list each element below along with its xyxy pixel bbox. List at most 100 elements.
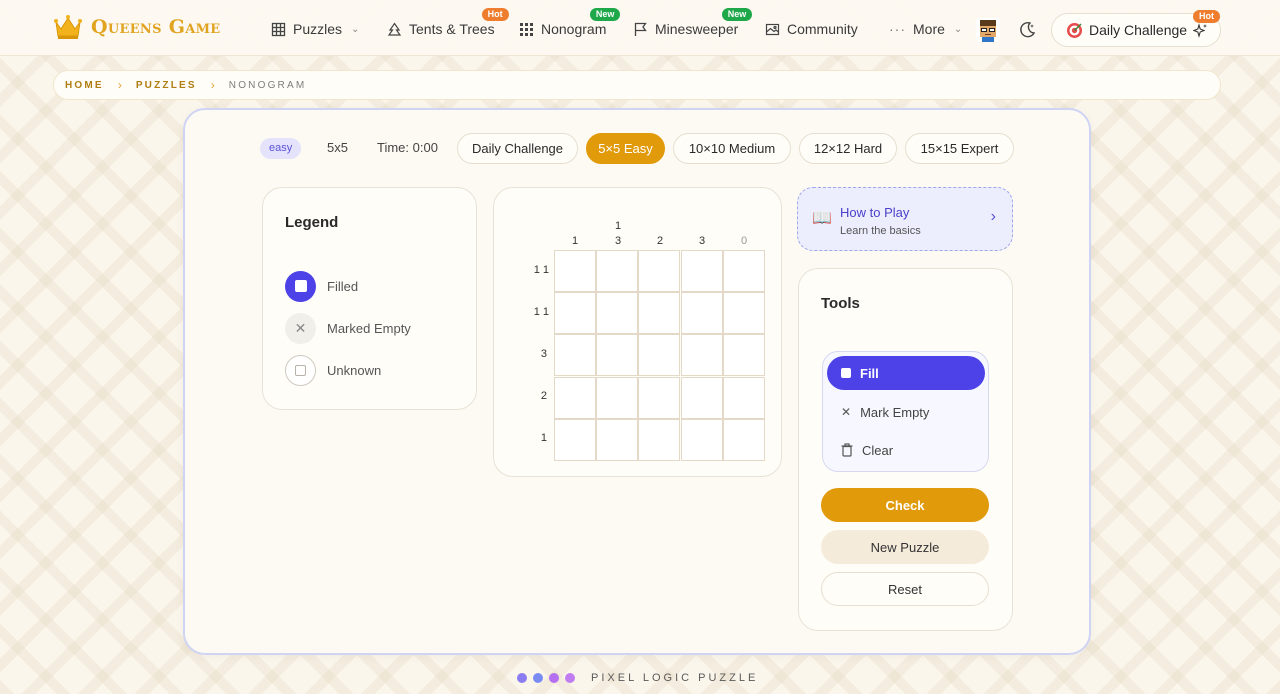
how-to-play-title: How to Play: [840, 205, 910, 220]
grid-cell[interactable]: [722, 250, 765, 292]
tool-fill-button[interactable]: Fill: [827, 356, 985, 390]
hot-badge: Hot: [481, 8, 509, 21]
chevron-right-icon: ›: [990, 208, 996, 225]
how-to-play-subtitle: Learn the basics: [840, 225, 921, 237]
nav-minesweeper[interactable]: Minesweeper New: [633, 8, 753, 40]
x-icon: ✕: [285, 312, 316, 344]
column-clue: 1: [614, 220, 622, 232]
check-button[interactable]: Check: [821, 488, 989, 522]
footer-dot: [549, 673, 559, 683]
column-clue: 3: [614, 235, 622, 247]
tool-label: Fill: [860, 365, 879, 381]
logo[interactable]: Queens Game: [53, 14, 221, 40]
mode-12x12-hard-button[interactable]: 12×12 Hard: [799, 133, 897, 164]
breadcrumb-home[interactable]: HOME: [65, 80, 104, 91]
how-to-play-card[interactable]: 📖 How to Play Learn the basics ›: [797, 187, 1013, 251]
grid-cell[interactable]: [638, 418, 681, 461]
nav-tents-trees[interactable]: Tents & Trees Hot: [387, 8, 509, 40]
grid-cell[interactable]: [554, 292, 596, 335]
footer-dot: [533, 673, 543, 683]
grid-cell[interactable]: [596, 250, 639, 292]
grid-cell[interactable]: [554, 250, 596, 292]
grid-cell[interactable]: [722, 376, 765, 419]
grid-cell[interactable]: [680, 334, 723, 377]
grid-cell[interactable]: [680, 376, 723, 419]
tool-mark-empty-button[interactable]: ✕ Mark Empty: [827, 395, 985, 429]
square-icon: [841, 368, 851, 378]
footer-text: PIXEL LOGIC PUZZLE: [591, 672, 759, 684]
grid-cell[interactable]: [638, 250, 681, 292]
row-clue: 2: [540, 390, 547, 402]
tool-label: Mark Empty: [860, 404, 930, 420]
grid-cell[interactable]: [638, 334, 681, 377]
mode-daily-challenge-button[interactable]: Daily Challenge: [457, 133, 578, 164]
image-icon: [765, 23, 780, 35]
grid-cell[interactable]: [638, 292, 681, 335]
daily-challenge-button[interactable]: Daily Challenge Hot: [1051, 10, 1221, 47]
grid-cell[interactable]: [554, 376, 596, 419]
grid-cell[interactable]: [680, 418, 723, 461]
tools-title: Tools: [821, 295, 860, 312]
legend-item-unknown: Unknown: [285, 354, 382, 386]
difficulty-pill: easy: [260, 138, 302, 159]
tool-clear-button[interactable]: Clear: [827, 433, 985, 467]
filled-square-icon: [285, 270, 316, 302]
grid-cell[interactable]: [596, 418, 639, 461]
grid-cell[interactable]: [596, 376, 639, 419]
nav-puzzles-label: Puzzles: [293, 21, 343, 37]
nav-nonogram[interactable]: Nonogram New: [519, 8, 621, 40]
moon-icon[interactable]: [1017, 20, 1037, 40]
logo-text: Queens Game: [91, 16, 221, 38]
dots-grid-icon: [520, 22, 533, 36]
nav-puzzles[interactable]: Puzzles ⌄: [271, 18, 359, 40]
breadcrumb-puzzles[interactable]: PUZZLES: [136, 80, 197, 91]
nav-nonogram-label: Nonogram: [541, 21, 607, 37]
target-icon: [1067, 22, 1082, 38]
chevron-right-icon: ›: [117, 78, 122, 92]
breadcrumb: HOME › PUZZLES › NONOGRAM: [53, 70, 1221, 100]
column-clue: 0: [740, 235, 748, 247]
nav-tents-trees-label: Tents & Trees: [409, 21, 495, 37]
grid-cell[interactable]: [638, 376, 681, 419]
tool-label: Clear: [862, 442, 894, 458]
grid-cell[interactable]: [680, 292, 723, 335]
crown-icon: [54, 15, 82, 39]
column-clue: 3: [698, 235, 706, 247]
grid-cell[interactable]: [554, 418, 596, 461]
chevron-down-icon: ⌄: [351, 23, 360, 35]
grid-cell[interactable]: [722, 418, 765, 461]
new-puzzle-button[interactable]: New Puzzle: [821, 530, 989, 564]
legend-label: Unknown: [327, 362, 382, 378]
column-clue: 1: [571, 235, 579, 247]
grid-cell[interactable]: [596, 292, 639, 335]
more-icon: ···: [889, 21, 906, 37]
row-clue: 1: [540, 432, 547, 444]
mode-5x5-easy-button[interactable]: 5×5 Easy: [586, 133, 665, 164]
grid-cell[interactable]: [596, 334, 639, 377]
new-badge: New: [589, 8, 621, 21]
mode-10x10-medium-button[interactable]: 10×10 Medium: [673, 133, 791, 164]
legend-title: Legend: [285, 214, 339, 231]
nav-community-label: Community: [787, 21, 858, 37]
grid-cell[interactable]: [680, 250, 723, 292]
nav-more-label: More: [913, 21, 945, 37]
hot-badge: Hot: [1193, 10, 1220, 23]
nav-more[interactable]: ··· More ⌄: [889, 18, 962, 40]
new-badge: New: [721, 8, 753, 21]
timer-label: Time: 0:00: [377, 140, 438, 155]
grid-cell[interactable]: [722, 292, 765, 335]
column-clue: 2: [656, 235, 664, 247]
pixel-avatar-icon: [980, 20, 996, 42]
x-icon: ✕: [841, 405, 852, 419]
grid-cell[interactable]: [554, 334, 596, 377]
mode-15x15-expert-button[interactable]: 15×15 Expert: [905, 133, 1014, 164]
nav-minesweeper-label: Minesweeper: [655, 21, 739, 37]
avatar[interactable]: [976, 18, 1000, 42]
reset-button[interactable]: Reset: [821, 572, 989, 606]
footer: PIXEL LOGIC PUZZLE: [517, 671, 758, 685]
book-icon: 📖: [812, 210, 832, 227]
trash-icon: [841, 443, 853, 457]
nav-community[interactable]: Community: [765, 18, 858, 40]
flag-icon: [634, 22, 647, 36]
grid-cell[interactable]: [722, 334, 765, 377]
